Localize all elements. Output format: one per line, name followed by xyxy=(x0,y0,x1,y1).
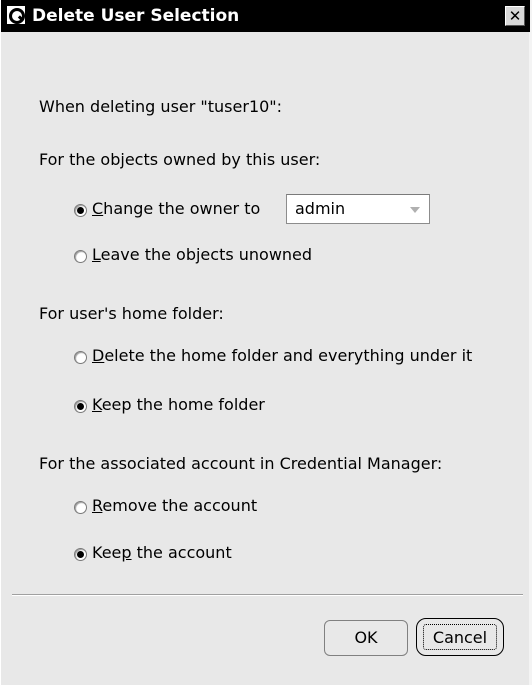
app-icon xyxy=(5,4,27,26)
cancel-label: Cancel xyxy=(423,624,497,650)
close-icon[interactable]: ✕ xyxy=(505,6,525,26)
keep-account-prefix: Kee xyxy=(92,543,122,562)
leave-unowned-radio[interactable] xyxy=(74,250,87,263)
change-owner-mnemonic: C xyxy=(92,199,104,218)
home-heading: For user's home folder: xyxy=(39,304,224,323)
delete-home-mnemonic: D xyxy=(92,346,105,365)
owner-select[interactable]: admin xyxy=(286,194,430,224)
remove-account-text: emove the account xyxy=(102,496,258,515)
leave-unowned-mnemonic: L xyxy=(92,245,101,264)
title-bar[interactable]: Delete User Selection ✕ xyxy=(1,0,530,32)
keep-home-text: eep the home folder xyxy=(101,395,265,414)
chevron-down-icon xyxy=(410,207,420,213)
remove-account-radio[interactable] xyxy=(74,501,87,514)
objects-heading: For the objects owned by this user: xyxy=(39,150,321,169)
intro-text: When deleting user "tuser10": xyxy=(39,97,283,116)
keep-home-radio[interactable] xyxy=(74,400,87,413)
delete-home-text: elete the home folder and everything und… xyxy=(104,346,473,365)
keep-home-label[interactable]: Keep the home folder xyxy=(92,395,265,415)
owner-select-value: admin xyxy=(295,199,346,218)
keep-account-radio[interactable] xyxy=(74,548,87,561)
change-owner-label[interactable]: Change the owner to xyxy=(92,199,260,219)
leave-unowned-label[interactable]: Leave the objects unowned xyxy=(92,245,312,265)
leave-unowned-text: eave the objects unowned xyxy=(100,245,313,264)
remove-account-label[interactable]: Remove the account xyxy=(92,496,257,516)
keep-account-label[interactable]: Keep the account xyxy=(92,543,232,563)
change-owner-radio[interactable] xyxy=(74,204,87,217)
ok-button[interactable]: OK xyxy=(324,620,408,656)
keep-home-mnemonic: K xyxy=(92,395,102,414)
credential-heading: For the associated account in Credential… xyxy=(39,454,443,473)
divider xyxy=(12,594,523,596)
change-owner-text: hange the owner to xyxy=(103,199,261,218)
dialog-window: Delete User Selection ✕ When deleting us… xyxy=(0,0,532,685)
delete-home-label[interactable]: Delete the home folder and everything un… xyxy=(92,346,472,366)
dialog-title: Delete User Selection xyxy=(32,6,240,26)
keep-account-mnemonic: p xyxy=(121,543,132,562)
keep-account-suffix: the account xyxy=(131,543,232,562)
cancel-button[interactable]: Cancel xyxy=(416,618,504,656)
delete-home-radio[interactable] xyxy=(74,351,87,364)
remove-account-mnemonic: R xyxy=(92,496,103,515)
